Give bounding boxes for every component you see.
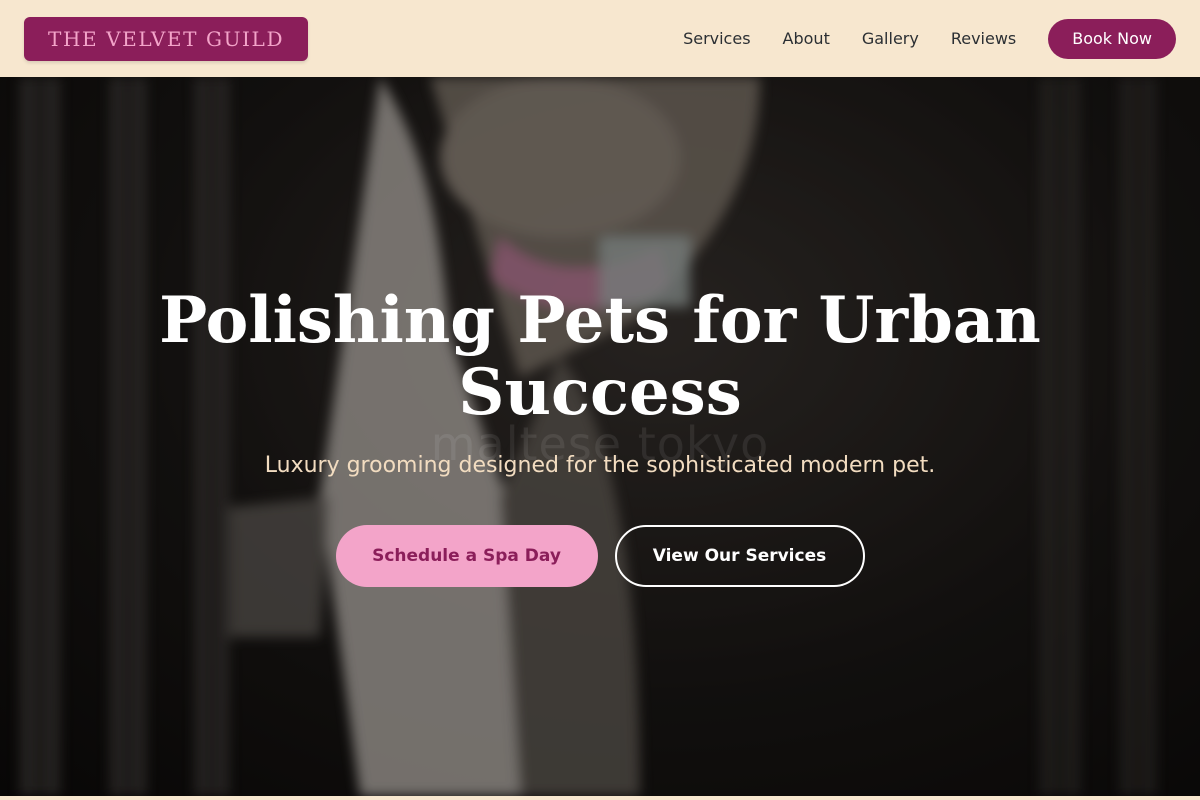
book-now-button[interactable]: Book Now: [1048, 18, 1176, 59]
view-services-button[interactable]: View Our Services: [614, 525, 865, 587]
nav-link-reviews[interactable]: Reviews: [951, 29, 1016, 48]
hero-subtitle: Luxury grooming designed for the sophist…: [264, 453, 936, 478]
nav-link-gallery[interactable]: Gallery: [862, 29, 919, 48]
nav-link-services[interactable]: Services: [683, 29, 750, 48]
brand-logo[interactable]: THE VELVET GUILD: [24, 16, 309, 61]
hero-title: Polishing Pets for Urban Success: [159, 283, 1041, 430]
nav-link-about[interactable]: About: [783, 29, 830, 48]
hero-section: maltese tokyo Polishing Pets for Urban S…: [0, 77, 1200, 796]
page-bottom-strip: [0, 796, 1200, 800]
hero-buttons: Schedule a Spa Day View Our Services: [0, 525, 1200, 587]
hero-content: Polishing Pets for Urban Success Luxury …: [0, 77, 1200, 796]
schedule-spa-day-button[interactable]: Schedule a Spa Day: [335, 525, 598, 587]
top-navigation: THE VELVET GUILD Services About Gallery …: [0, 0, 1200, 77]
nav-links: Services About Gallery Reviews Book Now: [651, 18, 1176, 59]
